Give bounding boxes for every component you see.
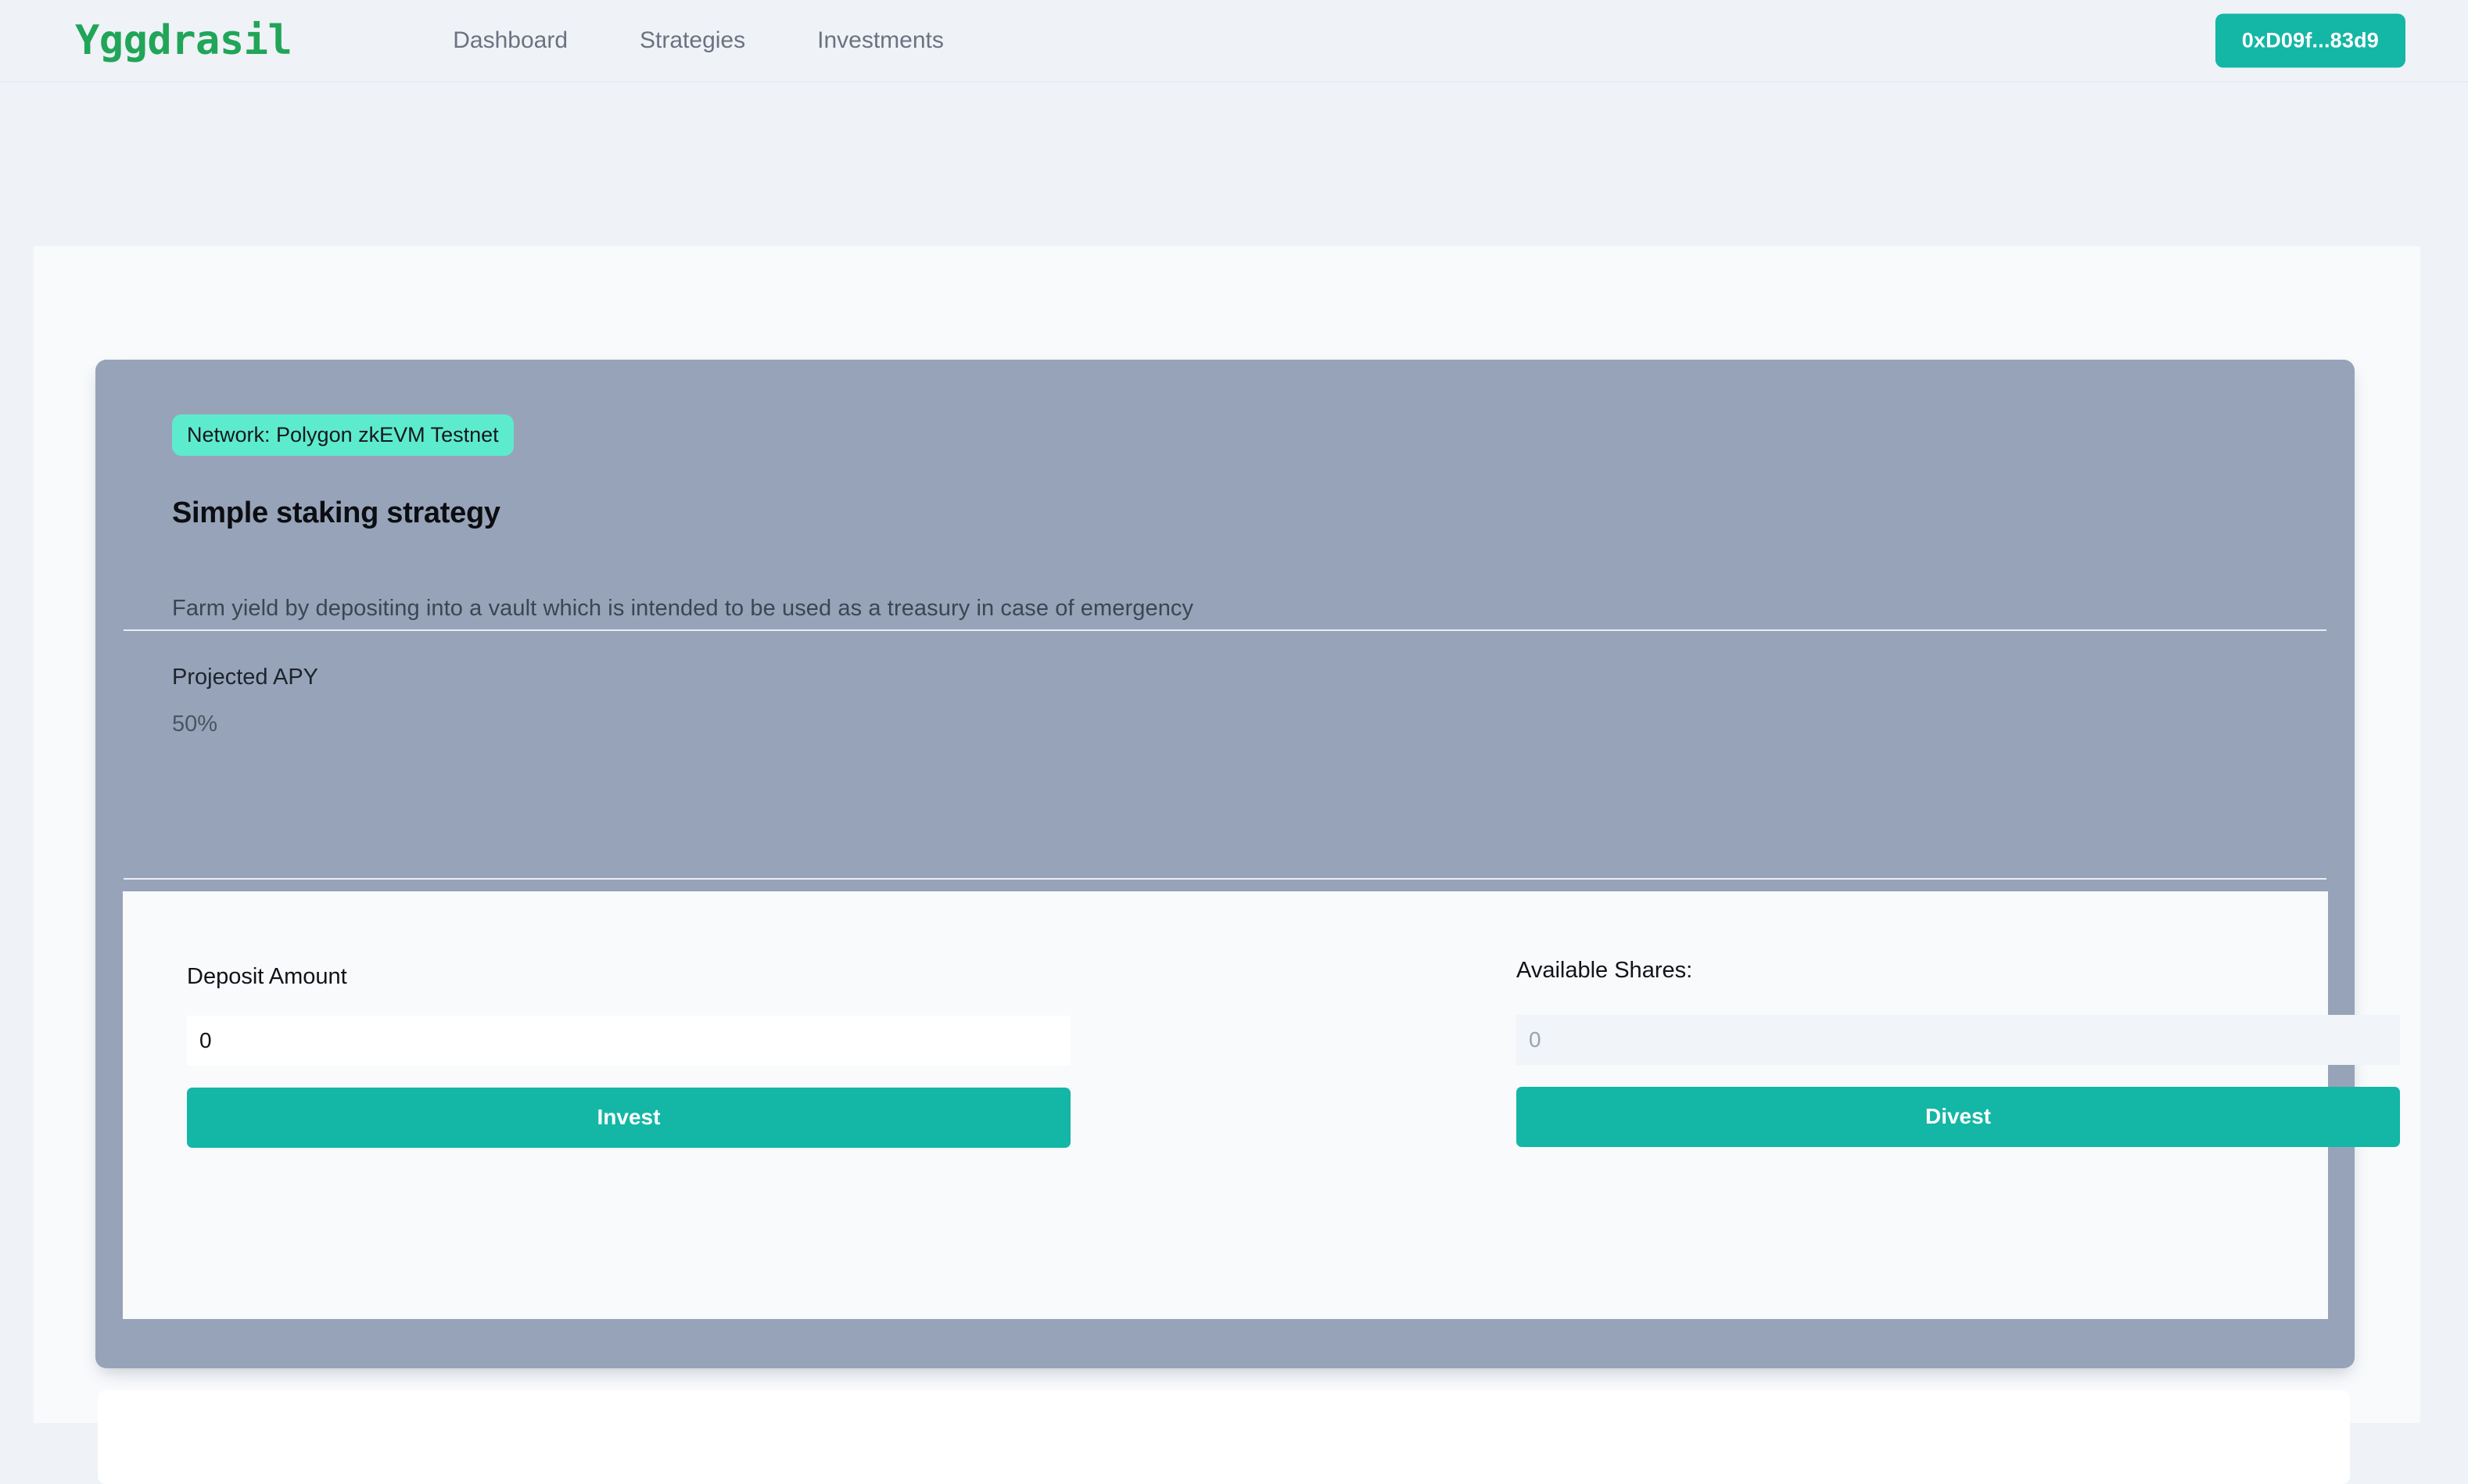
projected-apy-label: Projected APY xyxy=(172,665,318,690)
wallet-address-button[interactable]: 0xD09f...83d9 xyxy=(2215,13,2405,68)
nav-link-dashboard[interactable]: Dashboard xyxy=(453,20,568,62)
main-nav: Dashboard Strategies Investments xyxy=(453,20,944,62)
nav-link-strategies[interactable]: Strategies xyxy=(640,20,745,62)
network-badge: Network: Polygon zkEVM Testnet xyxy=(172,414,514,457)
strategy-title: Simple staking strategy xyxy=(172,496,500,529)
strategy-card: Network: Polygon zkEVM Testnet Simple st… xyxy=(95,360,2400,1368)
card-divider-bottom xyxy=(124,878,2326,880)
site-header: Yggdrasil Dashboard Strategies Investmen… xyxy=(0,0,2468,82)
nav-link-investments[interactable]: Investments xyxy=(817,20,944,62)
invest-button[interactable]: Invest xyxy=(187,1087,1071,1148)
strategy-description: Farm yield by depositing into a vault wh… xyxy=(172,596,1194,621)
available-shares-label: Available Shares: xyxy=(1516,958,1693,983)
secondary-card xyxy=(98,1390,2350,1484)
projected-apy-value: 50% xyxy=(172,712,218,737)
brand-logo[interactable]: Yggdrasil xyxy=(75,20,292,61)
deposit-column: Deposit Amount Invest xyxy=(187,891,1071,1148)
available-shares-input[interactable] xyxy=(1516,1014,2400,1065)
deposit-amount-input[interactable] xyxy=(187,1015,1071,1066)
action-panel: Deposit Amount Invest Available Shares: … xyxy=(123,891,2400,1319)
divest-button[interactable]: Divest xyxy=(1516,1086,2400,1147)
deposit-amount-label: Deposit Amount xyxy=(187,964,347,989)
shares-column: Available Shares: Divest xyxy=(1516,891,2400,1147)
card-divider-top xyxy=(124,629,2326,631)
page-content: Network: Polygon zkEVM Testnet Simple st… xyxy=(0,82,2468,1484)
